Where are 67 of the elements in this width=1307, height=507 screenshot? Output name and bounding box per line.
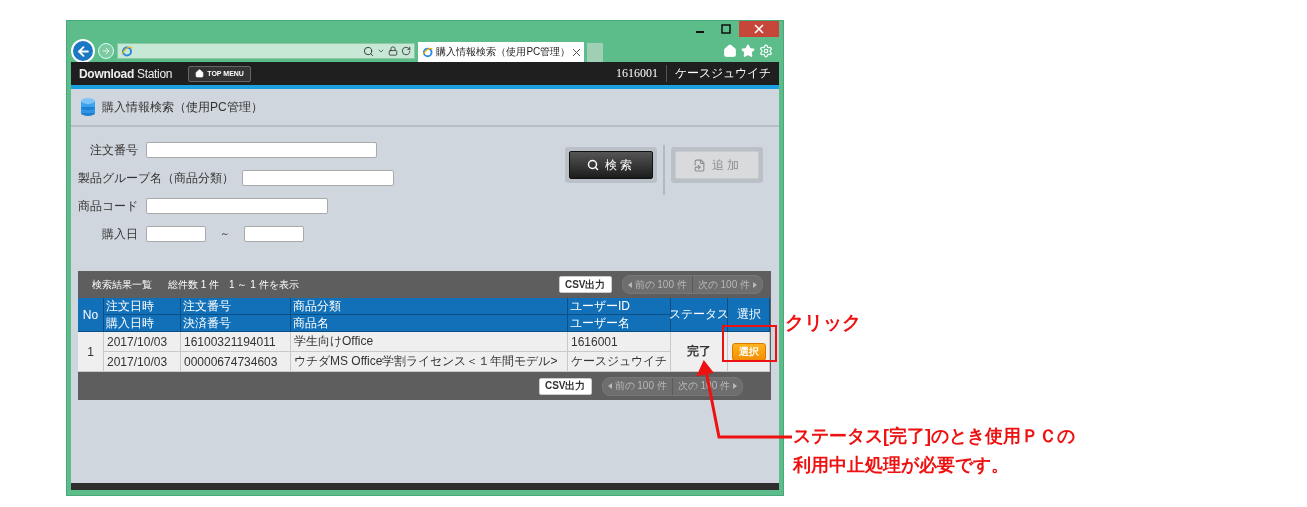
input-field[interactable] — [146, 198, 328, 214]
input-field[interactable] — [146, 142, 377, 158]
select-button[interactable]: 選択 — [731, 342, 766, 361]
table-cell: 1 — [78, 332, 104, 372]
field-label: 注文番号 — [89, 141, 138, 159]
column-header: 注文日時 — [104, 298, 181, 315]
column-header: ステータス — [671, 298, 728, 332]
browser-tab[interactable]: 購入情報検索（使用PC管理） — [418, 42, 584, 62]
right-triangle-icon — [733, 383, 737, 389]
left-triangle-icon — [627, 281, 632, 288]
search-button[interactable]: 検索 — [569, 151, 653, 179]
table-cell: 16100321194011 — [181, 332, 291, 352]
caret-icon[interactable] — [377, 47, 385, 55]
settings-icon[interactable] — [759, 44, 773, 58]
callout-label: クリック — [785, 311, 861, 335]
forward-icon[interactable] — [98, 43, 114, 59]
highlight-frame — [722, 325, 777, 362]
table-cell: 完了 — [671, 332, 728, 372]
csv-export-button[interactable]: CSV出力 — [538, 377, 592, 395]
table-cell: 2017/10/03 — [104, 352, 181, 372]
column-header: 商品分類 — [291, 298, 568, 315]
home-icon — [195, 69, 205, 78]
user-id: 1616001 — [615, 66, 659, 81]
column-header: No — [78, 298, 104, 332]
field-label: 商品コード — [78, 197, 138, 215]
results-summary: 総件数 1 件 1 ～ 1 件を表示 — [168, 277, 299, 292]
browser-logo-icon — [422, 46, 434, 58]
table-cell: 学生向けOffice — [291, 332, 568, 352]
star-icon[interactable] — [741, 44, 755, 58]
database-icon — [80, 97, 96, 117]
callout-note: ステータス[完了]のとき使用ＰＣの 利用中止処理が必要です。 — [793, 425, 1075, 477]
column-header: 注文番号 — [181, 298, 291, 315]
document-icon — [692, 158, 706, 172]
table-cell: 00000674734603 — [181, 352, 291, 372]
search-icon — [587, 159, 599, 171]
table-cell: ウチダMS Office学割ライセンス＜１年間モデル> — [291, 352, 568, 372]
right-triangle-icon — [753, 281, 757, 288]
column-header: 商品名 — [291, 315, 568, 332]
brand-logo: Download Station — [79, 66, 173, 81]
column-header: 決済番号 — [181, 315, 291, 332]
field-label: 購入日 — [101, 225, 138, 243]
field-label: 製品グループ名（商品分類） — [78, 169, 234, 187]
close-icon[interactable] — [739, 21, 779, 37]
column-header: ユーザー名 — [568, 315, 671, 332]
back-icon[interactable] — [71, 39, 95, 63]
lock-icon — [388, 46, 398, 56]
column-header: 購入日時 — [104, 315, 181, 332]
date-field[interactable] — [244, 226, 304, 242]
column-header: ユーザーID — [568, 298, 671, 315]
address-field[interactable] — [117, 43, 415, 59]
range-separator: ～ — [220, 227, 230, 241]
table-cell: ケースジュウイチ — [568, 352, 671, 372]
date-field[interactable] — [146, 226, 206, 242]
close-icon[interactable] — [573, 48, 580, 56]
results-title: 検索結果一覧 — [92, 277, 152, 292]
search-icon[interactable] — [363, 45, 374, 57]
home-icon[interactable] — [723, 44, 737, 58]
table-cell: 2017/10/03 — [104, 332, 181, 352]
left-triangle-icon — [607, 383, 612, 389]
refresh-icon[interactable] — [401, 46, 411, 56]
page-title: 購入情報検索（使用PC管理） — [102, 98, 263, 116]
csv-export-button[interactable]: CSV出力 — [558, 276, 612, 293]
user-name: ケースジュウイチ — [666, 65, 771, 82]
browser-logo-icon — [121, 45, 133, 57]
table-cell: 1616001 — [568, 332, 671, 352]
column-header: 選択 — [728, 298, 770, 332]
input-field[interactable] — [242, 170, 394, 186]
